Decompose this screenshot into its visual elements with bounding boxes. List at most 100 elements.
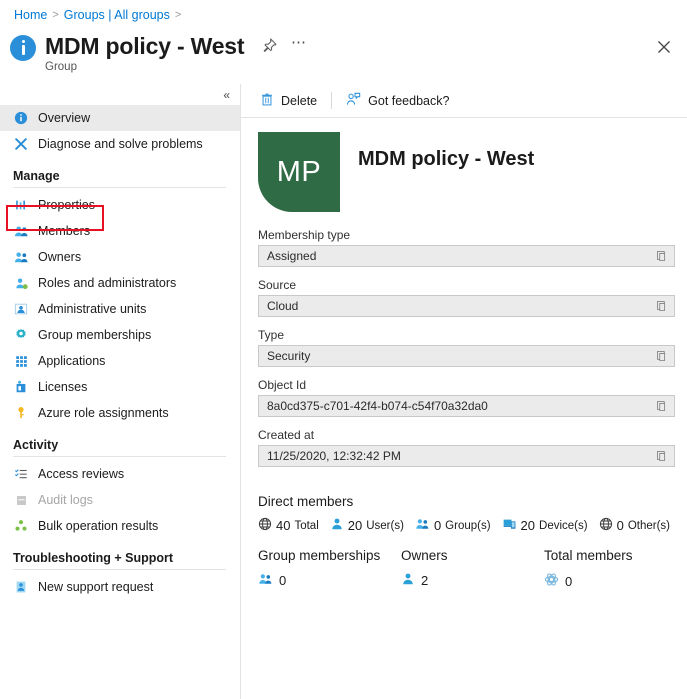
sidebar-item-label: Licenses [38,380,88,394]
breadcrumb-item-home[interactable]: Home [14,8,47,22]
stat-unit: Other(s) [627,519,670,532]
sidebar-item-label: Group memberships [38,328,152,342]
user-icon [401,572,415,589]
card-value-row[interactable]: 0 [258,572,401,589]
field-label: Membership type [258,228,351,242]
sidebar-item-group-memberships[interactable]: Group memberships [0,322,240,348]
copy-icon[interactable] [656,400,668,412]
card-value: 0 [279,573,287,588]
sidebar-item-label: Audit logs [38,493,93,507]
globe-icon [258,517,272,534]
feedback-person-icon [346,92,361,110]
card-value-row[interactable]: 0 [544,572,687,590]
user-icon [330,517,344,534]
direct-members-title: Direct members [258,494,354,509]
field-value-box[interactable]: 8a0cd375-c701-42f4-b074-c54f70a32da0 [258,395,675,417]
copy-icon[interactable] [656,350,668,362]
sidebar-item-applications[interactable]: Applications [0,348,240,374]
stat-users[interactable]: 20 User(s) [330,517,404,534]
sidebar-item-members[interactable]: Members [0,218,240,244]
card-owners: Owners 2 [401,548,544,590]
properties-fields: Membership type Assigned Source Cloud Ty… [241,212,687,467]
sidebar-item-label: Members [38,224,91,238]
field-membership-type: Membership type Assigned [258,228,675,267]
sidebar-item-bulk-operation-results[interactable]: Bulk operation results [0,513,240,539]
sidebar-item-azure-role-assignments[interactable]: Azure role assignments [0,400,240,426]
applications-grid-icon [13,353,29,369]
field-source: Source Cloud [258,278,675,317]
roles-admin-icon [13,275,29,291]
card-total-members: Total members 0 [544,548,687,590]
field-value: Assigned [267,249,317,263]
sidebar-item-label: Diagnose and solve problems [38,137,203,151]
stat-unit: Group(s) [445,519,491,532]
breadcrumb-item-groups[interactable]: Groups | All groups [64,8,170,22]
stat-count: 0 [433,518,442,533]
group-memberships-gear-icon [13,327,29,343]
device-icon [502,517,517,534]
group-name: MDM policy - West [358,147,535,170]
divider [13,187,226,188]
sidebar-item-access-reviews[interactable]: Access reviews [0,461,240,487]
stat-devices[interactable]: 20 Device(s) [502,517,588,534]
field-value-box[interactable]: Security [258,345,675,367]
sidebar-item-properties[interactable]: Properties [0,192,240,218]
sidebar-collapse-row: « [0,84,240,105]
card-value-row[interactable]: 2 [401,572,544,589]
sidebar-item-administrative-units[interactable]: Administrative units [0,296,240,322]
copy-icon[interactable] [656,300,668,312]
field-value-box[interactable]: Cloud [258,295,675,317]
sidebar-item-overview[interactable]: Overview [0,105,240,131]
support-person-icon [13,579,29,595]
field-label: Source [258,278,297,292]
stat-unit: Total [294,519,319,532]
sidebar: « Overview Diagnose and solve problems M… [0,84,241,699]
stat-count: 0 [616,518,624,533]
audit-logs-icon [13,492,29,508]
access-reviews-list-icon [13,466,29,482]
sidebar-item-label: New support request [38,580,154,594]
close-icon[interactable] [655,38,673,56]
divider [13,456,226,457]
field-value-box[interactable]: 11/25/2020, 12:32:42 PM [258,445,675,467]
sidebar-item-new-support-request[interactable]: New support request [0,574,240,600]
ellipsis-icon[interactable]: ⋯ [291,35,307,53]
sidebar-item-label: Azure role assignments [38,406,169,420]
sidebar-item-owners[interactable]: Owners [0,244,240,270]
stat-count: 20 [347,518,363,533]
double-chevron-left-icon[interactable]: « [223,89,230,101]
sidebar-item-label: Owners [38,250,82,264]
sidebar-item-diagnose-and-solve-problems[interactable]: Diagnose and solve problems [0,131,240,157]
sidebar-item-roles-and-administrators[interactable]: Roles and administrators [0,270,240,296]
copy-icon[interactable] [656,450,668,462]
breadcrumb: Home > Groups | All groups > [14,8,181,22]
stat-count: 20 [520,518,536,533]
copy-icon[interactable] [656,250,668,262]
delete-button[interactable]: Delete [260,92,317,110]
card-title: Total members [544,548,633,563]
stat-groups[interactable]: 0 Group(s) [415,517,491,534]
field-value: 11/25/2020, 12:32:42 PM [267,449,401,463]
trash-icon [260,92,274,110]
summary-cards: Group memberships 0 Owners 2 Total membe… [241,534,687,590]
card-value: 0 [565,573,573,589]
sidebar-section-troubleshooting-support: Troubleshooting + Support [13,551,174,565]
breadcrumb-separator-icon: > [174,9,182,21]
field-value: 8a0cd375-c701-42f4-b074-c54f70a32da0 [267,399,488,413]
field-value-box[interactable]: Assigned [258,245,675,267]
sidebar-item-licenses[interactable]: Licenses [0,374,240,400]
licenses-icon [13,379,29,395]
card-value: 2 [421,573,429,588]
pin-icon[interactable] [262,38,277,53]
group-icon [258,572,273,589]
field-value: Security [267,349,311,363]
got-feedback-label: Got feedback? [368,93,450,108]
divider [331,92,333,109]
page-title: MDM policy - West [45,33,245,59]
got-feedback-button[interactable]: Got feedback? [346,92,449,110]
delete-label: Delete [281,93,318,108]
administrative-units-icon [13,301,29,317]
stat-others[interactable]: 0 Other(s) [599,517,670,534]
sidebar-item-label: Administrative units [38,302,147,316]
stat-total[interactable]: 40 Total [258,517,319,534]
